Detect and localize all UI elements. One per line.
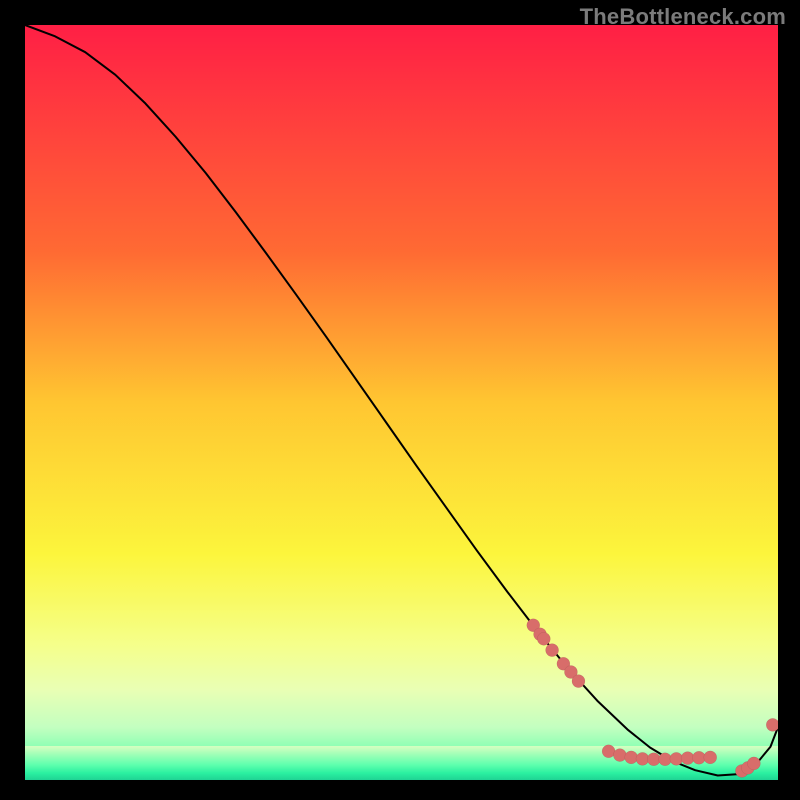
- chart-svg: [25, 25, 778, 780]
- chart-frame: TheBottleneck.com: [0, 0, 800, 800]
- chart-plot-area: [25, 25, 778, 780]
